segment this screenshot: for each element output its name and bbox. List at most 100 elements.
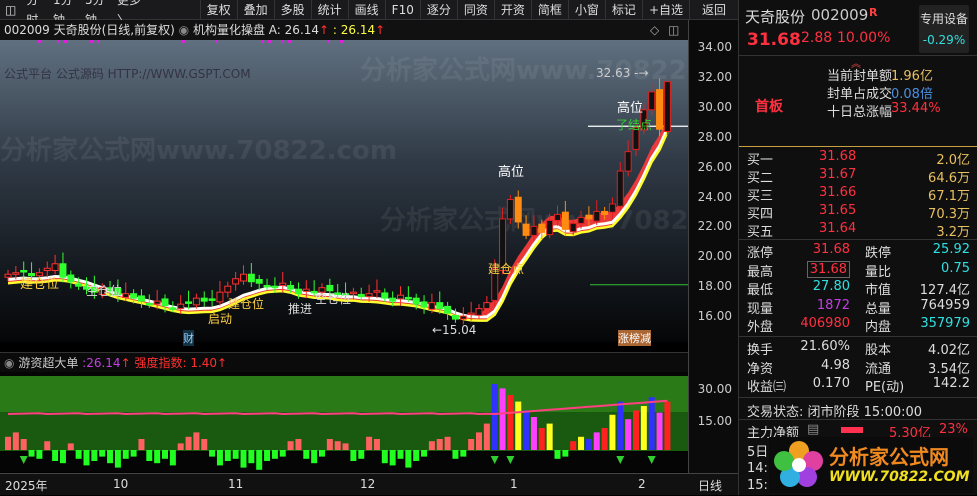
draw-button[interactable]: 画线: [349, 0, 386, 20]
flow-bar: [428, 441, 435, 450]
candle-body: [255, 278, 263, 284]
indicator-name[interactable]: 机构量化操盘: [193, 23, 265, 37]
flow-bars-svg: [0, 376, 688, 470]
stats-button[interactable]: 统计: [312, 0, 349, 20]
stat-label: 总量: [865, 301, 892, 317]
sub-indicator-name[interactable]: 游资超大单: [18, 356, 78, 370]
candle-body: [444, 305, 452, 314]
flow-bar: [75, 450, 82, 459]
annotation-jiancangdian: 建仓点: [488, 262, 525, 276]
overlay-button[interactable]: 叠加: [238, 0, 275, 20]
flow-bar: [499, 388, 506, 450]
back-button[interactable]: 返回: [690, 0, 738, 20]
multi-stock-button[interactable]: 多股: [275, 0, 312, 20]
stat-label: 涨停: [747, 246, 774, 261]
flow-bar: [146, 450, 153, 461]
event-cai-marker[interactable]: 财: [183, 330, 194, 346]
stat-row: 外盘 406980 内盘 357979: [739, 316, 977, 335]
sub-dropdown-icon[interactable]: ◉: [4, 356, 14, 370]
flow-bar: [169, 450, 176, 466]
candle-body: [224, 285, 232, 293]
candle-body: [451, 314, 459, 320]
flow-bar: [311, 450, 318, 464]
flow-bar: [59, 450, 66, 464]
candle-body: [514, 196, 522, 223]
kaizi-button[interactable]: 开资: [495, 0, 532, 20]
stat-label: 外盘: [747, 320, 774, 335]
stock-name: 天奇股份: [745, 8, 806, 26]
event-zhangbang-marker[interactable]: 涨榜减: [618, 330, 651, 346]
quote-panel: 天奇股份 002009 R 专用设备 -0.29% 31.68 2.88 10.…: [738, 0, 977, 495]
zhufen-button[interactable]: 逐分: [421, 0, 458, 20]
stat-value: 0.75: [941, 260, 970, 276]
price-axis: 34.00 32.00 30.00 28.00 26.00 24.00 22.00 20.00…: [688, 20, 738, 475]
candle-body: [530, 225, 538, 236]
date-label: 1: [510, 477, 518, 491]
chart-info-bar: 002009 天奇股份(日线,前复权) ◉ 机构量化操盘 A: 26.14↑ :…: [0, 20, 688, 40]
signal-marker: [38, 40, 41, 43]
flow-bar: [648, 397, 655, 450]
flow-bar: [334, 441, 341, 450]
period-label[interactable]: 日线: [698, 477, 722, 494]
candle-body: [404, 296, 412, 300]
flow-bar: [319, 450, 325, 457]
list-icon[interactable]: ▤: [807, 422, 819, 437]
price-change-pct: 10.00%: [837, 30, 891, 46]
seal-value: 1.96亿: [891, 69, 933, 84]
candle-body: [263, 284, 271, 288]
candle-body: [546, 219, 554, 236]
flow-bar: [342, 443, 349, 450]
annotation-kongcang-2: 空仓位: [315, 292, 352, 306]
flow-bar: [640, 406, 647, 450]
stat-value: 357979: [920, 316, 970, 331]
flow-bar: [271, 450, 278, 459]
sub-chart[interactable]: [0, 372, 688, 472]
candle-body: [240, 273, 247, 282]
f10-button[interactable]: F10: [386, 0, 421, 20]
signal-marker: [261, 40, 264, 43]
main-chart[interactable]: 分析家公式网www.70822.com 分析家公式网www.70822.com …: [0, 40, 777, 346]
mark-button[interactable]: 标记: [606, 0, 643, 20]
small-window-button[interactable]: 小窗: [569, 0, 606, 20]
signal-marker: [327, 40, 330, 43]
price-tick: 18.00: [697, 279, 732, 294]
signal-marker: [64, 40, 67, 43]
flow-bar: [491, 384, 498, 450]
candle-body: [169, 307, 177, 310]
stat-row: 最高 31.68 量比 0.75: [739, 260, 977, 280]
flow-bar: [209, 450, 216, 457]
flower-logo-icon: [774, 441, 823, 487]
candle-body: [593, 210, 601, 222]
flow-bar: [256, 450, 263, 470]
first-board-badge: 首板: [755, 99, 783, 115]
flow-bar: [358, 450, 365, 459]
panel-icon[interactable]: ◫: [668, 20, 679, 40]
date-label: 12: [360, 477, 376, 491]
simple-frame-button[interactable]: 简框: [532, 0, 569, 20]
flow-bar: [421, 450, 428, 457]
panel-toggle-icon[interactable]: ◫: [0, 0, 21, 20]
tongzi-button[interactable]: 同资: [458, 0, 495, 20]
flow-bar: [609, 414, 616, 450]
fuquan-button[interactable]: 复权: [199, 0, 238, 20]
price-tick: 32.00: [697, 69, 732, 84]
flow-bar: [562, 450, 569, 457]
annotation-kongcang: 空仓位: [86, 284, 123, 298]
candle-body: [200, 297, 208, 302]
down-arrow-icon: [506, 456, 515, 464]
signal-marker: [268, 40, 271, 43]
candle-body: [51, 263, 59, 272]
date-label: 11: [228, 477, 244, 491]
diamond-icon[interactable]: ◇: [650, 20, 659, 40]
flow-bar: [452, 450, 459, 459]
bid-row: 买五 31.64 3.2万: [739, 221, 977, 240]
flow-bar: [248, 450, 255, 464]
stat-value: 31.68: [812, 242, 850, 257]
flow-bar: [515, 401, 522, 450]
price-change: 2.88: [801, 30, 833, 46]
stat-label: 换手: [747, 343, 774, 358]
stat-label: 收益㈢: [747, 380, 787, 395]
add-favorite-button[interactable]: +自选: [643, 0, 690, 20]
ten-day-value: 33.44%: [891, 101, 941, 116]
indicator-dropdown-icon[interactable]: ◉: [179, 23, 189, 37]
